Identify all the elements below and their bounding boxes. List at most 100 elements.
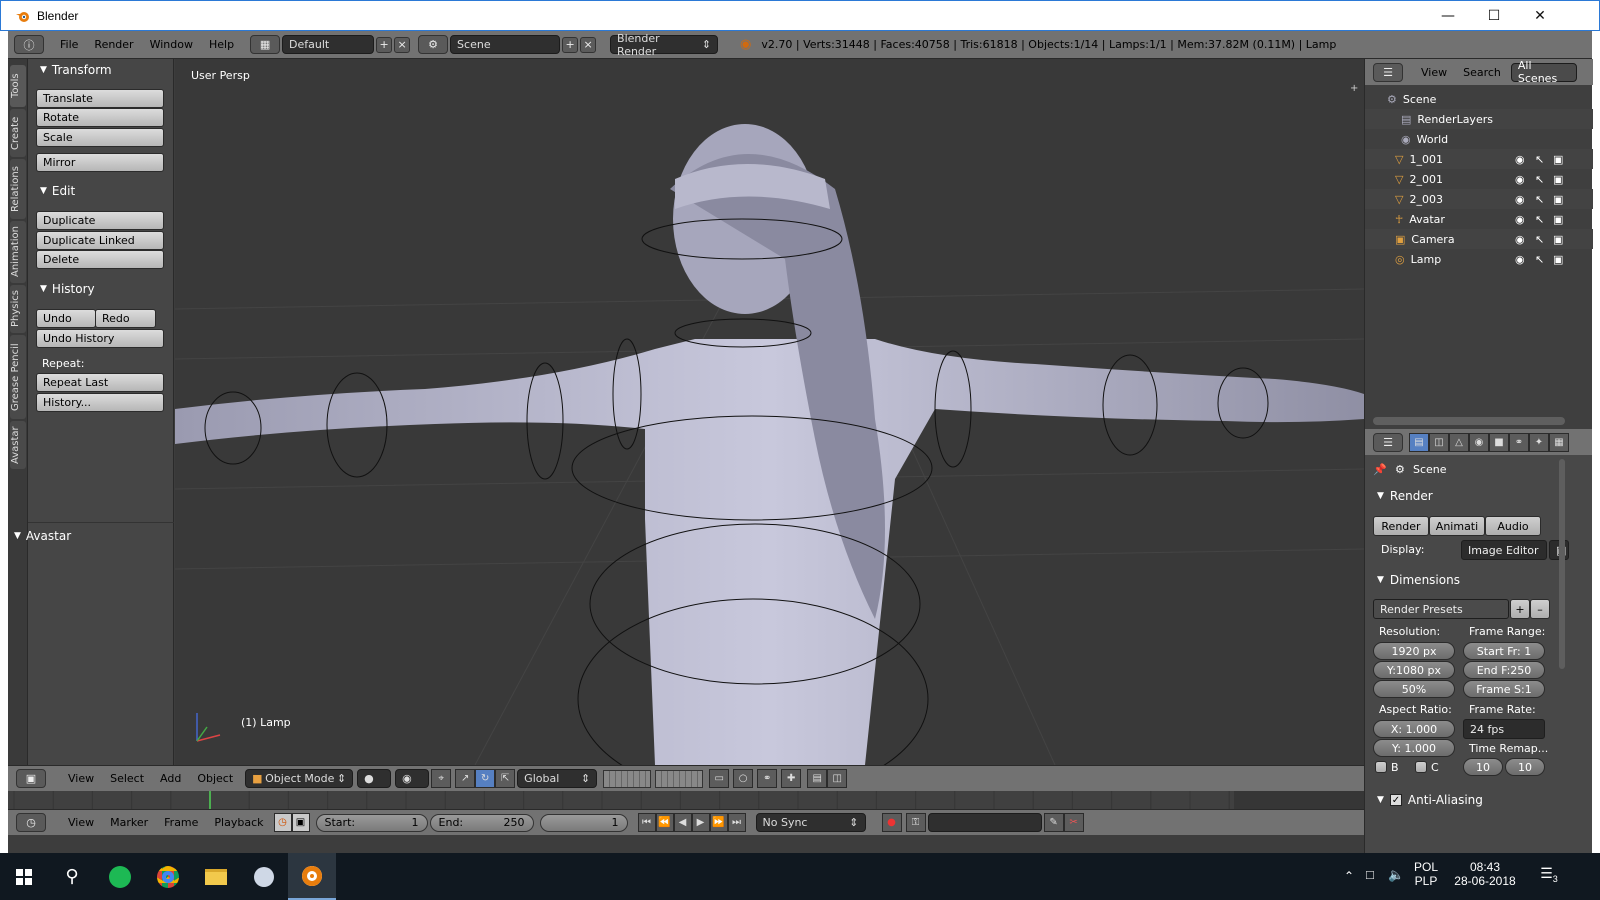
display-mode-dropdown[interactable]: All Scenes [1510,59,1577,85]
crop-checkbox[interactable] [1415,761,1427,773]
clock[interactable]: 08:43 28-06-2018 [1448,860,1522,888]
menu-view[interactable]: View [60,816,102,829]
renderability-camera-icon[interactable]: ▣ [1553,253,1563,266]
outliner-item[interactable]: ▤ RenderLayers [1365,109,1593,129]
translate-button[interactable]: Translate [36,89,164,108]
menu-object[interactable]: Object [189,772,241,785]
menu-search[interactable]: Search [1455,66,1509,79]
maximize-button[interactable]: ☐ [1471,1,1517,31]
selectability-cursor-icon[interactable]: ↖ [1535,213,1544,226]
render-presets-dropdown[interactable]: Render Presets [1373,599,1509,619]
renderability-camera-icon[interactable]: ▣ [1553,173,1563,186]
snap-icon[interactable]: ⚭ [757,769,778,788]
menu-view[interactable]: View [1413,66,1455,79]
spotify-icon[interactable] [96,853,144,900]
properties-scrollbar[interactable] [1559,459,1565,669]
windows-start-icon[interactable] [0,853,48,900]
viewport-shading-dropdown[interactable]: ● [357,769,392,788]
menu-select[interactable]: Select [102,772,152,785]
render-image-button[interactable]: Render [1373,516,1429,536]
mode-dropdown[interactable]: ■ Object Mode ⇕ [245,769,354,788]
tab-grease-pencil[interactable]: Grease Pencil [10,335,26,419]
render-opengl-icon[interactable]: ▤ [807,769,828,788]
blender-taskbar-icon[interactable] [288,853,336,900]
end-frame-field[interactable]: End: 250 [429,813,534,832]
world-tab-icon[interactable]: ◉ [1469,432,1489,452]
display-dropdown[interactable]: Image Editor [1461,540,1547,560]
delete-keyframe-icon[interactable]: ✂ [1063,813,1084,832]
properties-editor[interactable]: ☰ ▤ ◫ △ ◉ ■ ⚭ ✦ ▦ 📌 ⚙ Scene ▼ Render Rend… [1364,429,1592,853]
time-remap-new-field[interactable]: 10 [1505,758,1545,776]
tab-tools[interactable]: Tools [10,65,26,107]
keying-set-field[interactable] [927,813,1042,832]
edit-panel-header[interactable]: ▼ Edit [28,180,174,202]
menu-marker[interactable]: Marker [102,816,156,829]
pin-icon[interactable]: 📌 [1373,463,1387,476]
undo-button[interactable]: Undo [36,309,96,328]
auto-keying-record-icon[interactable]: ● [881,813,902,832]
aspect-y-field[interactable]: Y: 1.000 [1373,739,1455,757]
aspect-x-field[interactable]: X: 1.000 [1373,720,1455,738]
renderability-camera-icon[interactable]: ▣ [1553,193,1563,206]
renderability-camera-icon[interactable]: ▣ [1553,233,1563,246]
notifications-icon[interactable]: ☰3 [1534,865,1564,884]
add-preset-button[interactable]: + [1510,599,1530,619]
close-window-button[interactable]: ✕ [1517,1,1563,31]
duplicate-button[interactable]: Duplicate [36,211,164,230]
resolution-y-field[interactable]: Y:1080 px [1373,661,1455,679]
menu-render[interactable]: Render [86,38,141,51]
renderability-camera-icon[interactable]: ▣ [1553,153,1563,166]
outliner-item[interactable]: ◉ World [1365,129,1593,149]
jump-start-icon[interactable]: ⏮ [637,813,656,832]
start-frame-field[interactable]: Start: 1 [315,813,428,832]
selectability-cursor-icon[interactable]: ↖ [1535,173,1544,186]
current-frame-field[interactable]: 1 [539,813,628,832]
visibility-eye-icon[interactable]: ◉ [1515,193,1525,206]
outliner-item[interactable]: ☥ Avatar ◉ ↖ ▣ [1365,209,1593,229]
tab-avastar[interactable]: Avastar [10,421,26,469]
texture-tab-icon[interactable]: ▦ [1549,432,1569,452]
paint-icon[interactable] [240,853,288,900]
visibility-eye-icon[interactable]: ◉ [1515,213,1525,226]
orientation-dropdown[interactable]: Global ⇕ [517,769,598,788]
layers-grid-1[interactable] [603,769,652,788]
show-hidden-icons-chevron-icon[interactable]: ⌃ [1344,869,1354,883]
properties-editor-type-button[interactable]: ☰ [1373,432,1403,452]
mirror-button[interactable]: Mirror [36,153,164,172]
plus-icon[interactable]: + [1350,83,1360,94]
play-icon[interactable]: ▶ [691,813,710,832]
render-tab-icon[interactable]: ▤ [1409,432,1429,452]
outliner-scrollbar[interactable] [1373,417,1565,425]
delete-button[interactable]: Delete [36,250,164,269]
render-animation-icon[interactable]: ◫ [827,769,848,788]
start-frame-field[interactable]: Start Fr: 1 [1463,642,1545,660]
render-audio-button[interactable]: Audio [1485,516,1541,536]
layers-grid-2[interactable] [655,769,704,788]
add-scene-button[interactable]: + [562,36,579,53]
chrome-icon[interactable] [144,853,192,900]
rotate-button[interactable]: Rotate [36,108,164,127]
history-button[interactable]: History... [36,393,164,412]
menu-playback[interactable]: Playback [206,816,271,829]
selectability-cursor-icon[interactable]: ↖ [1535,253,1544,266]
redo-button[interactable]: Redo [95,309,156,328]
info-editor-type-button[interactable]: ⓘ [14,35,44,54]
outliner-item[interactable]: ⚙ Scene [1365,89,1593,109]
scale-button[interactable]: Scale [36,128,164,147]
screen-layout-icon[interactable]: ▦ [250,35,281,54]
3d-viewport[interactable]: User Persp (1) Lamp + [175,59,1364,765]
constraints-tab-icon[interactable]: ⚭ [1509,432,1529,452]
outliner-item[interactable]: ▣ Camera ◉ ↖ ▣ [1365,229,1593,249]
duplicate-linked-button[interactable]: Duplicate Linked [36,231,164,250]
jump-keyframe-back-icon[interactable]: ⏪ [655,813,674,832]
render-animation-button[interactable]: Animati [1429,516,1485,536]
pivot-point-dropdown[interactable]: ◉ [395,769,430,788]
render-engine-dropdown[interactable]: Blender Render ⇕ [610,32,719,58]
resolution-percentage-field[interactable]: 50% [1373,680,1455,698]
scene-tab-icon[interactable]: △ [1449,432,1469,452]
avastar-panel-header[interactable]: ▼ Avastar [14,525,160,547]
scene-field[interactable]: Scene [450,35,561,54]
minimize-button[interactable]: — [1425,1,1471,31]
tab-animation[interactable]: Animation [10,221,26,283]
visibility-eye-icon[interactable]: ◉ [1515,253,1525,266]
